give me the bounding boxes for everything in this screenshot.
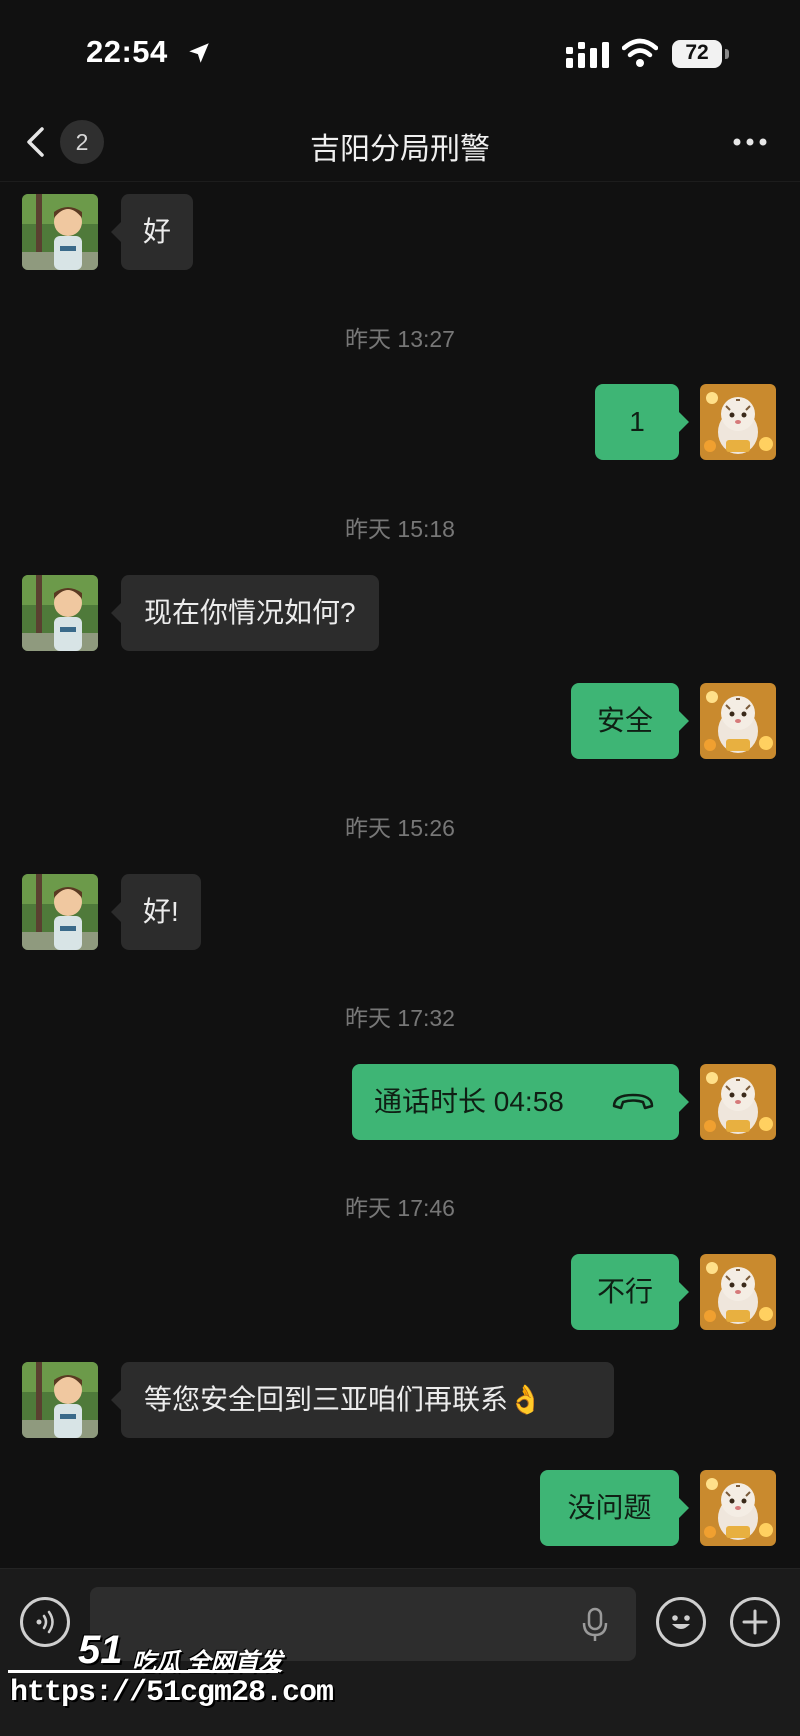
more-functions-button[interactable] (730, 1597, 780, 1647)
watermark-url: https://51cgm28.com (10, 1676, 334, 1710)
bubble-tail (679, 1498, 689, 1518)
contact-avatar[interactable] (22, 194, 98, 270)
voice-mode-button[interactable] (20, 1597, 70, 1647)
battery-indicator: 72 (672, 40, 722, 68)
message-timestamp: 昨天 13:27 (345, 326, 455, 352)
smiley-icon (672, 1615, 690, 1629)
my-avatar[interactable] (700, 683, 776, 759)
message-text: 现在你情况如何? (144, 597, 356, 628)
outgoing-message[interactable]: 不行 (571, 1254, 689, 1330)
ok-hand-emoji: 👌 (508, 1384, 543, 1415)
location-arrow-icon (189, 43, 209, 63)
cellular-signal-icon (566, 42, 609, 68)
my-avatar[interactable] (700, 1470, 776, 1546)
message-timestamp: 昨天 17:32 (345, 1005, 455, 1031)
bubble-tail (111, 222, 121, 242)
microphone-icon[interactable] (580, 1607, 610, 1643)
incoming-message[interactable]: 好! (111, 874, 201, 950)
outgoing-message[interactable]: 1 (595, 384, 689, 460)
voice-wave-icon (36, 1610, 54, 1634)
outgoing-message[interactable]: 没问题 (540, 1470, 689, 1546)
watermark-divider (8, 1670, 278, 1673)
bubble-tail (679, 711, 689, 731)
outgoing-message[interactable]: 安全 (571, 683, 689, 759)
contact-avatar[interactable] (22, 1362, 98, 1438)
contact-avatar[interactable] (22, 575, 98, 651)
chat-header: 2 吉阳分局刑警 (0, 100, 800, 182)
bubble-tail (111, 603, 121, 623)
message-text: 不行 (596, 1276, 653, 1307)
phone-hangup-icon (612, 1093, 654, 1110)
contact-avatar[interactable] (22, 874, 98, 950)
my-avatar[interactable] (700, 1064, 776, 1140)
message-timestamp: 昨天 15:26 (345, 815, 455, 841)
status-time: 22:54 (86, 34, 168, 69)
battery-nub (725, 49, 729, 59)
my-avatar[interactable] (700, 384, 776, 460)
message-text: 好 (143, 216, 172, 247)
message-text: 1 (629, 406, 645, 437)
wifi-icon (622, 38, 658, 67)
message-text: 安全 (596, 705, 653, 736)
battery-level: 72 (685, 41, 709, 64)
message-timestamp: 昨天 15:18 (345, 516, 455, 542)
message-text: 没问题 (567, 1492, 652, 1523)
status-bar: 22:54 72 (0, 0, 800, 100)
message-text: 等您安全回到三亚咱们再联系 (144, 1384, 509, 1415)
message-timestamp: 昨天 17:46 (345, 1195, 455, 1221)
emoji-button[interactable] (656, 1597, 706, 1647)
bubble-tail (111, 902, 121, 922)
message-text: 通话时长 04:58 (374, 1086, 564, 1117)
call-record-message[interactable]: 通话时长 04:58 (352, 1064, 689, 1140)
bubble-tail (679, 412, 689, 432)
my-avatar[interactable] (700, 1254, 776, 1330)
bubble-tail (111, 1390, 121, 1410)
incoming-message[interactable]: 现在你情况如何? (111, 575, 379, 651)
watermark-logo-number: 51 (78, 1628, 123, 1672)
bubble-tail (679, 1282, 689, 1302)
incoming-message[interactable]: 好 (111, 194, 194, 270)
message-text: 好! (143, 896, 179, 927)
chat-title: 吉阳分局刑警 (310, 133, 490, 166)
plus-icon (742, 1609, 768, 1635)
bubble-tail (679, 1092, 689, 1112)
incoming-message[interactable]: 等您安全回到三亚咱们再联系👌 (111, 1362, 614, 1438)
more-options-icon[interactable] (724, 122, 776, 162)
